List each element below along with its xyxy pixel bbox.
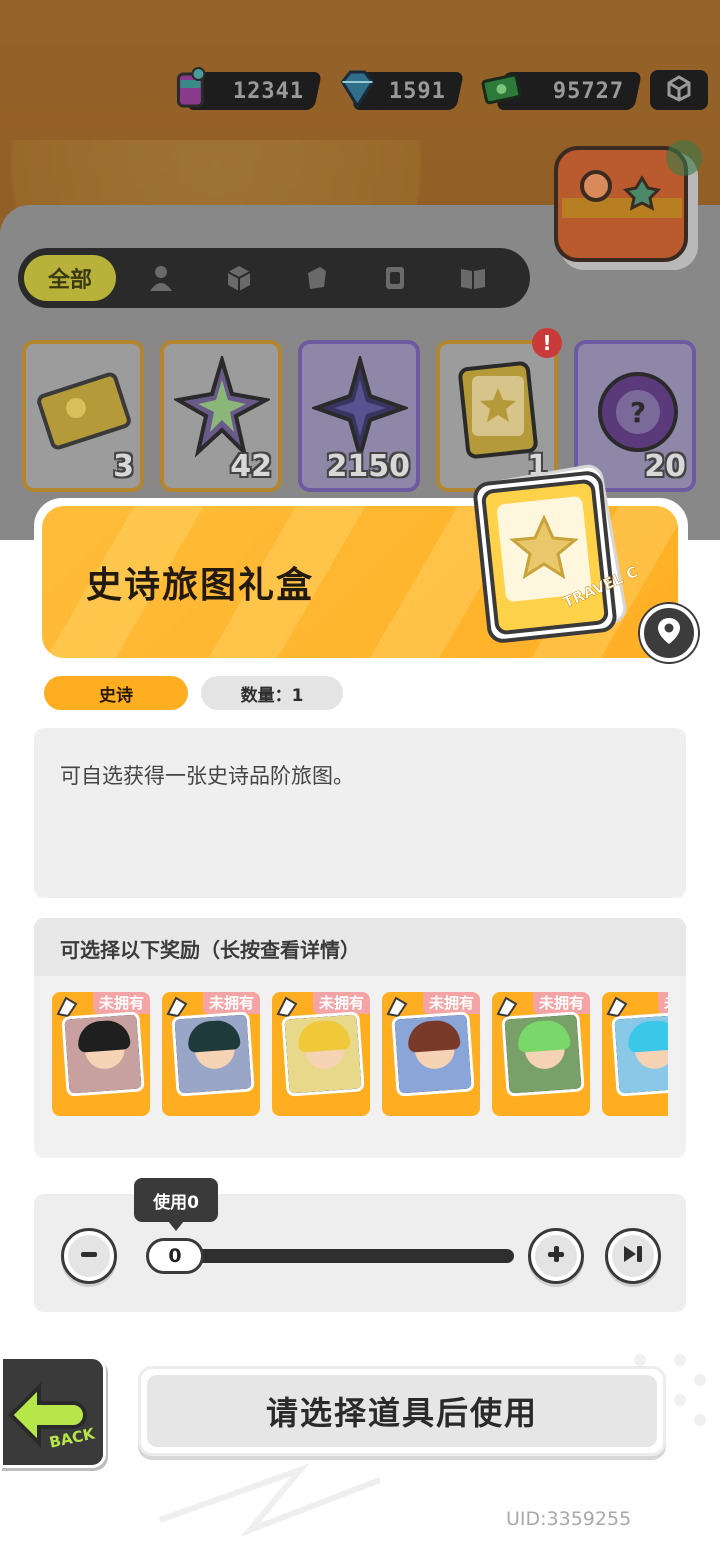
ticket-icon [308, 267, 326, 289]
max-button[interactable] [605, 1228, 661, 1284]
travel-card-icon [458, 361, 538, 459]
tab-characters[interactable] [128, 255, 194, 301]
use-count-tooltip: 使用0 [134, 1178, 218, 1231]
quantity-tag: 数量：1 [201, 676, 343, 710]
use-item-label: 请选择道具后使用 [147, 1375, 657, 1447]
mystery-orb-icon: ? [598, 372, 678, 452]
box-icon [227, 266, 251, 291]
quantity-slider-knob[interactable]: 0 [146, 1238, 204, 1274]
purple-star-icon [312, 356, 408, 460]
item-count: 3 [113, 449, 134, 484]
minus-icon [78, 1243, 100, 1269]
tab-all[interactable]: 全部 [24, 255, 116, 301]
box-menu-icon [664, 73, 694, 107]
back-button[interactable]: BACK [0, 1356, 106, 1468]
not-owned-badge: 未拥 [657, 992, 668, 1014]
new-item-alert: ! [532, 328, 562, 358]
increase-button[interactable] [528, 1228, 584, 1284]
tab-tickets[interactable] [284, 255, 350, 301]
map-pin-icon [655, 616, 683, 650]
location-button[interactable] [640, 604, 698, 662]
not-owned-badge: 未拥有 [532, 992, 590, 1014]
travel-card-art: TRAVEL CARD [462, 462, 674, 644]
cash-icon [478, 66, 524, 112]
reward-card-list[interactable]: 未拥有 未拥有 未拥有 未拥有 未拥有 未拥 [52, 992, 668, 1118]
item-description: 可自选获得一张史诗品阶旅图。 [60, 764, 354, 788]
reward-card[interactable]: 未拥有 [162, 992, 260, 1116]
soda-value: 12341 [232, 78, 304, 104]
rarity-tag: 史诗 [44, 676, 188, 710]
book-icon [461, 269, 485, 289]
inventory-item-purple-star[interactable]: 2150 [298, 340, 420, 492]
person-icon [150, 266, 172, 291]
character-portrait [501, 1011, 585, 1097]
back-arrow-icon: BACK [8, 1382, 98, 1452]
reward-selection-box: 可选择以下奖励（长按查看详情） 未拥有 未拥有 未拥有 未拥有 未拥有 未拥 [34, 918, 686, 1158]
character-portrait [61, 1011, 145, 1097]
inventory-item-ticket[interactable]: 3 [22, 340, 144, 492]
tab-boxes[interactable] [206, 255, 272, 301]
character-portrait [171, 1011, 255, 1097]
quantity-slider-track[interactable] [176, 1249, 514, 1263]
tab-books[interactable] [440, 255, 506, 301]
currency-diamond[interactable]: 1591 [340, 70, 465, 110]
character-portrait [611, 1011, 668, 1097]
currency-cash[interactable]: 95727 [481, 72, 643, 110]
reward-card[interactable]: 未拥有 [52, 992, 150, 1116]
diamond-icon [334, 66, 380, 112]
tab-cards[interactable] [362, 255, 428, 301]
character-portrait [281, 1011, 365, 1097]
world-map-badge[interactable] [552, 128, 712, 288]
currency-soda[interactable]: 12341 [176, 67, 323, 110]
description-box [34, 728, 686, 898]
use-item-button[interactable]: 请选择道具后使用 [138, 1366, 666, 1456]
not-owned-badge: 未拥有 [312, 992, 370, 1014]
category-tabs: 全部 [18, 248, 530, 308]
travel-card-art-icon: TRAVEL CARD [473, 464, 674, 643]
diamond-value: 1591 [389, 78, 446, 104]
inventory-item-rainbow-star[interactable]: 42 [160, 340, 282, 492]
box-menu-button[interactable] [650, 70, 708, 110]
not-owned-badge: 未拥有 [92, 992, 150, 1014]
reward-title: 可选择以下奖励（长按查看详情） [60, 938, 360, 962]
decrease-button[interactable] [61, 1228, 117, 1284]
soda-can-icon [168, 66, 214, 112]
alert-badge: ! [532, 328, 562, 358]
not-owned-badge: 未拥有 [422, 992, 480, 1014]
cash-value: 95727 [552, 78, 624, 104]
item-title: 史诗旅图礼盒 [86, 565, 315, 606]
reward-card[interactable]: 未拥有 [272, 992, 370, 1116]
item-count: 20 [644, 449, 686, 484]
svg-text:?: ? [630, 396, 646, 429]
plus-icon [545, 1243, 567, 1269]
reward-card[interactable]: 未拥有 [382, 992, 480, 1116]
item-count: 2150 [326, 449, 411, 484]
reward-card[interactable]: 未拥有 [492, 992, 590, 1116]
item-count: 42 [230, 449, 272, 484]
rainbow-star-icon [174, 356, 270, 459]
ticket-item-icon [37, 372, 131, 450]
character-portrait [391, 1011, 475, 1097]
not-owned-badge: 未拥有 [202, 992, 260, 1014]
skip-to-max-icon [621, 1243, 645, 1269]
reward-card[interactable]: 未拥 [602, 992, 668, 1116]
card-icon [386, 267, 404, 289]
world-map-badge-icon [554, 140, 702, 270]
user-id: UID:3359255 [506, 1508, 632, 1530]
